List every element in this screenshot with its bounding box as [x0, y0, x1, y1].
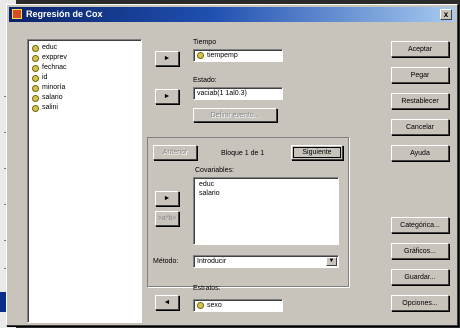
variable-icon	[32, 74, 39, 82]
tiempo-value: tiempemp	[207, 52, 238, 59]
variable-list-item[interactable]: id	[28, 73, 141, 83]
next-block-button[interactable]: Siguiente	[291, 145, 343, 160]
title-bar[interactable]: Regresión de Cox x	[9, 7, 455, 22]
guardar-button[interactable]: Guardar...	[391, 269, 449, 285]
variable-list-item[interactable]: salini	[28, 103, 141, 113]
dialog-title: Regresión de Cox	[26, 9, 103, 19]
variable-icon	[32, 104, 39, 112]
variable-list-item[interactable]: expprev	[28, 53, 141, 63]
variable-list-item[interactable]: salario	[28, 93, 141, 103]
restablecer-button[interactable]: Restablecer	[391, 93, 449, 109]
estratos-value: sexo	[207, 302, 222, 309]
variable-name: salini	[42, 104, 58, 111]
aceptar-button[interactable]: Aceptar	[391, 41, 449, 57]
variable-list-items: educ expprev fechnac id minoría salario salini	[28, 40, 141, 113]
arrow-right-icon: ►	[163, 55, 171, 62]
variable-name: educ	[42, 44, 58, 51]
variable-icon	[32, 54, 39, 62]
variable-name: minoría	[42, 84, 66, 91]
next-block-label: Siguiente	[302, 149, 332, 156]
tiempo-label: Tiempo	[193, 39, 217, 46]
metodo-select[interactable]: Introducir ▼	[193, 255, 339, 268]
variable-list-item[interactable]: educ	[28, 43, 141, 53]
cox-regression-dialog: Regresión de Cox x educ expprev fechnac id m…	[6, 4, 458, 326]
covariables-move-button[interactable]: ►	[155, 191, 179, 206]
variable-name: fechnac	[42, 64, 67, 71]
ayuda-button[interactable]: Ayuda	[391, 145, 449, 161]
estratos-move-button[interactable]: ◄	[155, 295, 179, 310]
covariable-item[interactable]: educ	[194, 180, 338, 189]
arrow-right-icon: ►	[163, 93, 171, 100]
tiempo-field[interactable]: tiempemp	[193, 49, 283, 62]
variable-list-item[interactable]: minoría	[28, 83, 141, 93]
estado-value: vaciab(1 1al0.3)	[197, 90, 247, 97]
arrow-right-icon: ►	[163, 195, 171, 202]
variable-list-item[interactable]: fechnac	[28, 63, 141, 73]
block-status: Bloque 1 de 1	[221, 150, 265, 157]
estratos-label: Estratos:	[193, 285, 221, 292]
estado-field[interactable]: vaciab(1 1al0.3)	[193, 87, 283, 100]
previous-block-button[interactable]: Anterior	[153, 145, 197, 160]
covariables-label: Covariables:	[195, 167, 234, 174]
variable-icon	[32, 84, 39, 92]
variable-icon	[32, 94, 39, 102]
pegar-button[interactable]: Pegar	[391, 67, 449, 83]
metodo-value: Introducir	[197, 258, 227, 265]
categorica-button[interactable]: Categórica...	[391, 217, 449, 233]
covariables-list-items: educ salario	[194, 178, 338, 198]
arrow-left-icon: ◄	[163, 299, 171, 306]
covariables-list[interactable]: educ salario	[193, 177, 339, 245]
estado-label: Estado:	[193, 77, 217, 84]
chevron-down-icon[interactable]: ▼	[326, 257, 337, 266]
opciones-button[interactable]: Opciones...	[391, 295, 449, 311]
variable-name: id	[42, 74, 48, 81]
variable-icon	[32, 44, 39, 52]
tiempo-move-button[interactable]: ►	[155, 51, 179, 66]
variable-icon	[197, 52, 204, 59]
variable-list[interactable]: educ expprev fechnac id minoría salario salini	[27, 39, 142, 323]
estratos-field[interactable]: sexo	[193, 299, 283, 312]
covariable-item[interactable]: salario	[194, 189, 338, 198]
variable-name: salario	[42, 94, 63, 101]
close-button[interactable]: x	[440, 9, 452, 20]
cancelar-button[interactable]: Cancelar	[391, 119, 449, 135]
metodo-label: Método:	[153, 258, 179, 265]
graficos-button[interactable]: Gráficos...	[391, 243, 449, 259]
variable-icon	[32, 64, 39, 72]
estado-move-button[interactable]: ►	[155, 89, 179, 104]
interaction-button[interactable]: >a*b>	[155, 211, 179, 226]
define-event-button[interactable]: Definir evento...	[193, 108, 277, 122]
variable-name: expprev	[42, 54, 67, 61]
variable-icon	[197, 302, 204, 309]
app-icon	[12, 9, 22, 19]
